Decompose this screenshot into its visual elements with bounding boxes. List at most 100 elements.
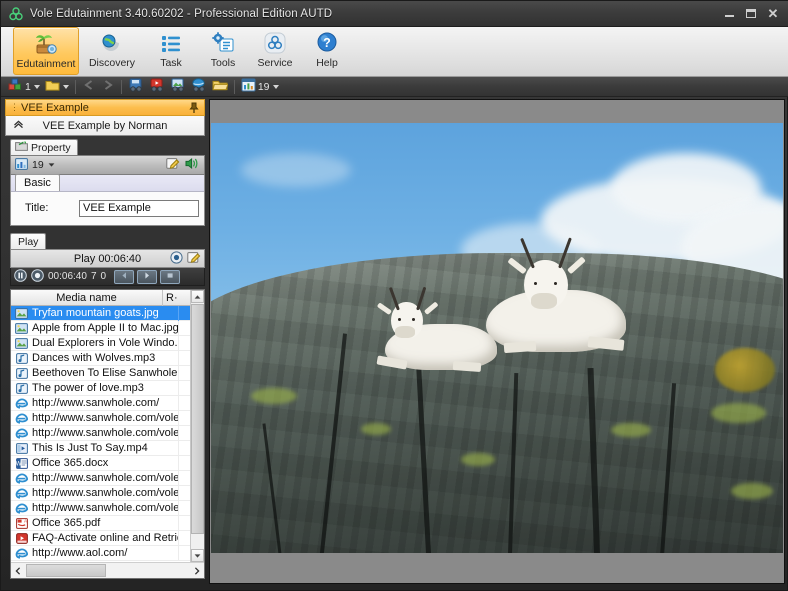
left-panel: ⋮ VEE Example VEE Example by Norman	[5, 99, 205, 584]
chart-icon[interactable]	[15, 158, 28, 173]
media-list-item[interactable]: Dances with Wolves.mp3	[11, 351, 204, 366]
application-window: Vole Edutainment 3.40.60202 - Profession…	[0, 0, 788, 591]
media-list[interactable]: Tryfan mountain goats.jpgApple from Appl…	[11, 306, 204, 562]
tab-play[interactable]: Play	[10, 233, 46, 249]
basic-tab-strip: Basic	[11, 175, 204, 192]
play-elapsed: 00:06:40	[48, 271, 87, 282]
media-item-name: http://www.sanwhole.com/vole...	[32, 502, 178, 514]
media-list-item[interactable]: http://www.sanwhole.com/vole...	[11, 411, 204, 426]
toolbar2-folder-button[interactable]	[43, 78, 71, 96]
chevron-up-icon[interactable]	[13, 119, 24, 132]
goat-horn	[558, 237, 572, 268]
scroll-down-button[interactable]	[191, 549, 204, 562]
media-list-item[interactable]: http://www.sanwhole.com/vole...	[11, 471, 204, 486]
media-item-name: http://www.sanwhole.com/vole...	[32, 412, 178, 424]
toolbar2-chart-label: 19	[258, 81, 270, 93]
next-frame-button[interactable]	[160, 270, 180, 284]
forward-arrow-icon	[101, 79, 115, 94]
media-list-item[interactable]: FAQ-Activate online and Retrie...	[11, 531, 204, 546]
ie-browser-icon	[14, 427, 29, 440]
back-arrow-icon	[82, 79, 96, 94]
media-list-vertical-scrollbar[interactable]	[190, 290, 204, 562]
toolbar2-blocks-button[interactable]: 1	[6, 78, 42, 96]
media-item-name: Dances with Wolves.mp3	[32, 352, 178, 364]
drag-grip-icon[interactable]: ⋮	[10, 102, 18, 113]
ribbon-button-tools[interactable]: Tools	[197, 27, 249, 75]
column-header-media-name[interactable]: Media name	[11, 290, 163, 306]
pin-icon[interactable]	[189, 102, 199, 117]
tab-basic[interactable]: Basic	[15, 174, 60, 191]
media-list-item[interactable]: http://www.sanwhole.com/vole...	[11, 486, 204, 501]
tab-property[interactable]: Property	[10, 139, 78, 155]
ie-browser-icon	[14, 502, 29, 515]
edit-pencil-icon[interactable]	[166, 157, 180, 173]
minimize-button[interactable]	[719, 5, 739, 22]
media-item-name: Beethoven To Elise Sanwhole ...	[32, 367, 178, 379]
scroll-right-button[interactable]	[190, 564, 204, 578]
media-list-item[interactable]: Dual Explorers in Vole Windo...	[11, 336, 204, 351]
moss-patch	[361, 423, 391, 435]
media-list-item[interactable]: AOffice 365.pdf	[11, 516, 204, 531]
toolbar2-youtube-button[interactable]	[147, 78, 167, 96]
media-item-name: Office 365.pdf	[32, 517, 178, 529]
speaker-sound-icon[interactable]	[185, 157, 200, 173]
media-list-item[interactable]: The power of love.mp3	[11, 381, 204, 396]
media-viewer[interactable]	[209, 99, 785, 584]
scroll-up-button[interactable]	[191, 290, 204, 303]
scroll-left-button[interactable]	[11, 564, 25, 578]
left-panel-subheader[interactable]: VEE Example by Norman	[5, 116, 205, 136]
toolbar2-chart-window-button[interactable]: 19	[239, 78, 281, 96]
ribbon-button-help[interactable]: ? Help	[301, 27, 353, 75]
ribbon-button-discovery[interactable]: Discovery	[79, 27, 145, 75]
toolbar2-back-button[interactable]	[80, 78, 98, 96]
play-button[interactable]	[137, 270, 157, 284]
stop-icon[interactable]	[31, 269, 44, 285]
task-list-icon	[157, 30, 185, 56]
save-media-icon	[128, 78, 144, 95]
chevron-down-icon[interactable]	[63, 85, 69, 89]
close-button[interactable]: ✕	[763, 5, 783, 22]
media-item-name: http://www.aol.com/	[32, 547, 178, 559]
h-scroll-thumb[interactable]	[26, 564, 106, 577]
media-list-item[interactable]: This Is Just To Say.mp4	[11, 441, 204, 456]
media-list-item[interactable]: Apple from Apple II to Mac.jpg	[11, 321, 204, 336]
tools-gear-icon	[209, 30, 237, 56]
media-list-item[interactable]: http://www.aol.com/	[11, 546, 204, 561]
edit-pencil-icon[interactable]	[187, 251, 201, 267]
pause-icon[interactable]	[14, 269, 27, 285]
ribbon-label-task: Task	[160, 57, 182, 69]
chevron-down-icon[interactable]	[48, 159, 55, 171]
media-list-item[interactable]: WOffice 365.docx	[11, 456, 204, 471]
ribbon-button-task[interactable]: Task	[145, 27, 197, 75]
audio-file-icon	[14, 367, 29, 380]
toolbar2-picture-button[interactable]	[168, 78, 188, 96]
toolbar2-save-media-button[interactable]	[126, 78, 146, 96]
media-list-item[interactable]: http://www.sanwhole.com/vole...	[11, 501, 204, 516]
media-list-item[interactable]: http://www.sanwhole.com/	[11, 396, 204, 411]
chevron-down-icon[interactable]	[34, 85, 40, 89]
column-header-rate[interactable]: R·	[163, 292, 189, 304]
title-input[interactable]: VEE Example	[79, 200, 199, 217]
property-section: Property 19	[10, 139, 205, 226]
toolbar2-forward-button[interactable]	[99, 78, 117, 96]
ribbon-button-edutainment[interactable]: Edutainment	[13, 27, 79, 75]
scroll-thumb[interactable]	[191, 304, 204, 534]
media-list-item[interactable]: Beethoven To Elise Sanwhole ...	[11, 366, 204, 381]
audio-file-icon	[14, 352, 29, 365]
maximize-button[interactable]	[741, 5, 761, 22]
record-dot-icon[interactable]	[170, 251, 183, 267]
secondary-toolbar: 1	[1, 77, 788, 97]
ribbon-button-service[interactable]: Service	[249, 27, 301, 75]
image-file-icon	[14, 307, 29, 320]
toolbar2-browser-button[interactable]	[189, 78, 209, 96]
media-list-horizontal-scrollbar[interactable]	[11, 562, 204, 578]
media-list-item[interactable]: http://www.sanwhole.com/vole...	[11, 426, 204, 441]
chevron-down-icon[interactable]	[273, 85, 279, 89]
left-panel-title: VEE Example	[21, 102, 89, 114]
media-list-item[interactable]: Tryfan mountain goats.jpg	[11, 306, 204, 321]
tab-property-label: Property	[31, 142, 71, 154]
prev-frame-button[interactable]	[114, 270, 134, 284]
toolbar2-open-folder-button[interactable]	[210, 78, 230, 96]
ie-browser-icon	[14, 412, 29, 425]
left-panel-header[interactable]: ⋮ VEE Example	[5, 99, 205, 116]
